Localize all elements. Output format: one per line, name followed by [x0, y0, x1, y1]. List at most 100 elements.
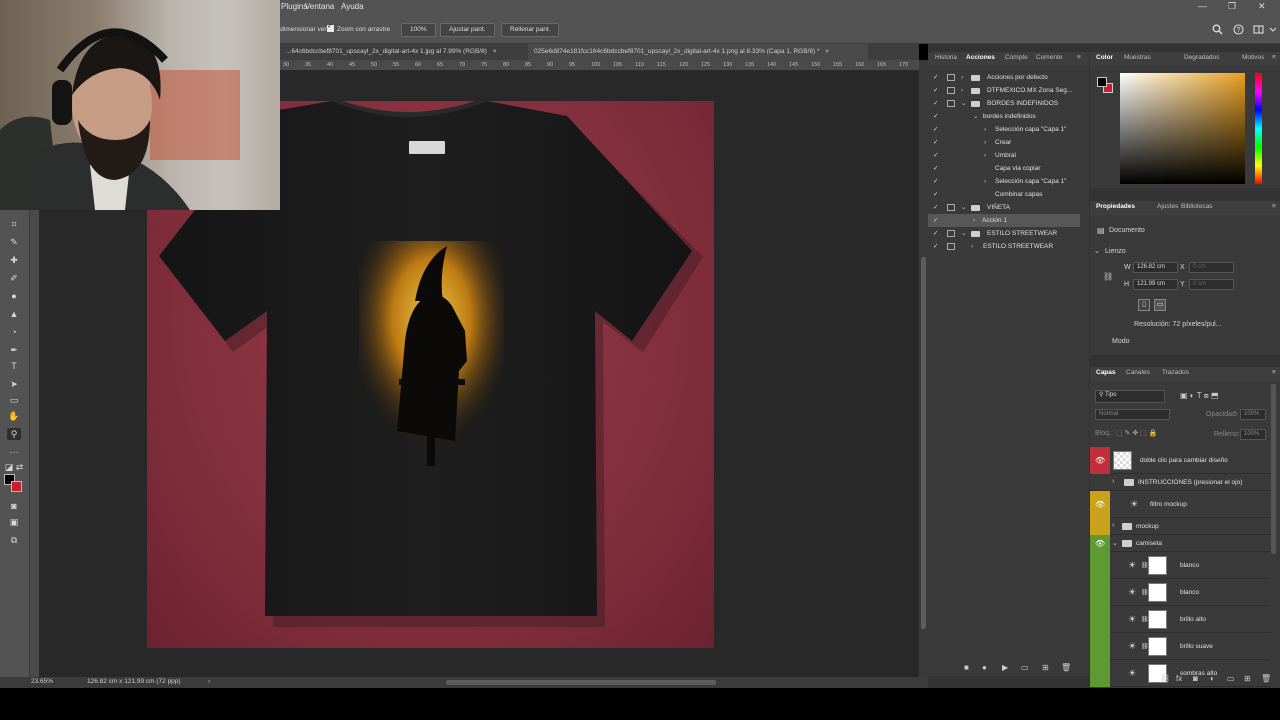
edit-toolbar-icon[interactable]: ⧉ [7, 534, 21, 546]
chevron-down-icon[interactable]: ⌄ [973, 110, 978, 123]
eyedropper-icon[interactable]: ✎ [7, 236, 21, 248]
tab-acciones[interactable]: Acciones [966, 54, 995, 61]
record-icon[interactable]: ● [982, 663, 987, 672]
layer-row[interactable]: › INSTRUCCIONES (presionar el ojo) [1090, 474, 1270, 491]
action-step-row[interactable]: ✓ Combinar capas [928, 188, 1080, 201]
rectangle-tool-icon[interactable]: ▭ [7, 394, 21, 406]
eye-icon[interactable]: 👁 [1095, 539, 1105, 548]
dialog-toggle-icon[interactable] [947, 204, 955, 211]
check-icon[interactable]: ✓ [933, 136, 938, 149]
panel-menu-icon[interactable]: ≡ [1272, 203, 1276, 210]
eye-icon[interactable]: 👁 [1095, 456, 1105, 465]
scrubby-zoom-checkbox[interactable]: Zoom con arrastre [327, 22, 390, 33]
layer-row[interactable]: ☀ ⛓ blanco [1090, 579, 1270, 606]
layer-row[interactable]: ☀ ⛓ brillo suave [1090, 633, 1270, 660]
chevron-right-icon[interactable]: › [973, 214, 975, 227]
status-menu-arrow[interactable]: › [208, 678, 210, 685]
action-step-row[interactable]: ✓ › Crear [928, 136, 1080, 149]
link-layers-icon[interactable]: ⛓ [1160, 674, 1170, 683]
tab-color[interactable]: Color [1096, 54, 1113, 61]
delete-icon[interactable]: 🗑 [1261, 674, 1271, 683]
eye-icon[interactable]: 👁 [1095, 500, 1105, 509]
restore-icon[interactable]: ❐ [1228, 1, 1236, 12]
close-tab-icon[interactable]: × [825, 48, 829, 55]
action-set-row[interactable]: ✓ ⌄ BORDES INDEFINIDOS [928, 97, 1080, 110]
chevron-right-icon[interactable]: › [1112, 522, 1114, 529]
hue-slider[interactable] [1255, 73, 1262, 184]
foreground-color-swatch[interactable] [1097, 77, 1107, 87]
folder-icon[interactable]: ▭ [1021, 663, 1029, 672]
action-step-row[interactable]: ✓ › Umbral [928, 149, 1080, 162]
action-set-row[interactable]: ✓ ⌄ VIÑETA [928, 201, 1080, 214]
check-icon[interactable]: ✓ [933, 71, 938, 84]
panel-menu-icon[interactable]: ≡ [1272, 54, 1276, 61]
tab-capas[interactable]: Capas [1096, 369, 1116, 376]
document-tab-2[interactable]: 025e6d874e181fcc164c6bdccbef8701_upscayl… [528, 44, 868, 60]
hand-tool-icon[interactable]: ✋ [7, 410, 21, 422]
check-icon[interactable]: ✓ [933, 214, 938, 227]
action-step-row[interactable]: ✓ Capa vía copiar [928, 162, 1080, 175]
action-set-row[interactable]: ✓ › Acciones por defecto [928, 71, 1080, 84]
check-icon[interactable]: ✓ [933, 227, 938, 240]
chevron-down-icon[interactable]: ⌄ [961, 97, 966, 110]
tab-motivos[interactable]: Motivos [1242, 54, 1264, 61]
path-selection-icon[interactable]: ➤ [7, 378, 21, 390]
check-icon[interactable]: ✓ [933, 240, 938, 253]
check-icon[interactable]: ✓ [933, 123, 938, 136]
check-icon[interactable]: ✓ [933, 149, 938, 162]
chevron-right-icon[interactable]: › [984, 149, 986, 162]
tab-historia[interactable]: Historia [935, 54, 957, 61]
layer-row[interactable]: › mockup [1090, 518, 1270, 535]
chevron-down-icon[interactable]: ⌄ [961, 227, 966, 240]
panel-menu-icon[interactable]: ≡ [1272, 369, 1276, 376]
tab-comente[interactable]: Comente [1036, 54, 1062, 61]
stop-icon[interactable]: ■ [964, 663, 969, 672]
quick-mask-icon[interactable]: ◙ [7, 500, 21, 512]
zoom-100-button[interactable]: 100% [401, 23, 436, 37]
link-icon[interactable]: ⛓ [1103, 272, 1113, 281]
new-layer-icon[interactable]: ⊞ [1244, 674, 1251, 683]
play-icon[interactable]: ▶ [1002, 663, 1008, 672]
minimize-icon[interactable]: — [1198, 1, 1207, 11]
swap-colors-icon[interactable]: ◪ ⇄ [3, 461, 25, 473]
portrait-icon[interactable]: ▯ [1138, 299, 1150, 311]
type-tool-icon[interactable]: T [7, 360, 21, 372]
fill-field[interactable]: 100% [1240, 429, 1266, 440]
tab-compte[interactable]: Compte [1005, 54, 1028, 61]
close-tab-icon[interactable]: × [493, 48, 497, 55]
layer-row[interactable]: ☀ ⛓ brillo alto [1090, 606, 1270, 633]
color-picker-field[interactable] [1120, 73, 1245, 184]
search-icon[interactable] [1212, 24, 1223, 38]
check-icon[interactable]: ✓ [933, 97, 938, 110]
fx-icon[interactable]: fx [1176, 674, 1182, 683]
menu-ventana[interactable]: Ventana [305, 2, 334, 11]
sharpen-icon[interactable]: ▲ [7, 308, 21, 320]
chevron-right-icon[interactable]: › [984, 123, 986, 136]
dialog-toggle-icon[interactable] [947, 74, 955, 81]
layer-row[interactable]: 👁 doble clic para cambiar diseño [1090, 447, 1270, 474]
healing-brush-icon[interactable]: ✚ [7, 254, 21, 266]
lock-icons[interactable]: ⬚ ✎ ✥ ⬚ 🔒 [1116, 429, 1157, 437]
tab-propiedades[interactable]: Propiedades [1096, 203, 1135, 210]
layers-scrollbar[interactable] [1271, 384, 1276, 554]
action-row-selected[interactable]: ✓ › Acción 1 [928, 214, 1080, 227]
zoom-tool-icon[interactable]: ⚲ [7, 428, 21, 440]
height-field[interactable]: 121.99 cm [1133, 279, 1178, 290]
chevron-down-icon[interactable] [1269, 24, 1277, 38]
fit-screen-button[interactable]: Ajustar pant. [440, 23, 495, 37]
more-tools-icon[interactable]: ··· [7, 446, 21, 458]
horizontal-scrollbar-thumb[interactable] [446, 680, 716, 685]
chevron-right-icon[interactable]: › [984, 175, 986, 188]
check-icon[interactable]: ✓ [933, 201, 938, 214]
add-mask-icon[interactable]: ◙ [1193, 674, 1198, 683]
tab-degradados[interactable]: Degradados [1184, 54, 1219, 61]
check-icon[interactable]: ✓ [933, 162, 938, 175]
tab-muestras[interactable]: Muestras [1124, 54, 1151, 61]
screen-mode-icon[interactable]: ▣ [7, 516, 21, 528]
adjustment-layer-icon[interactable]: ◐ [1210, 674, 1215, 683]
new-action-icon[interactable]: ⊞ [1042, 663, 1049, 672]
brush-tool-icon[interactable]: ✐ [7, 272, 21, 284]
layer-filter-select[interactable]: ⚲ Tipo [1095, 390, 1165, 403]
dialog-toggle-icon[interactable] [947, 243, 955, 250]
landscape-icon[interactable]: ▭ [1154, 299, 1166, 311]
